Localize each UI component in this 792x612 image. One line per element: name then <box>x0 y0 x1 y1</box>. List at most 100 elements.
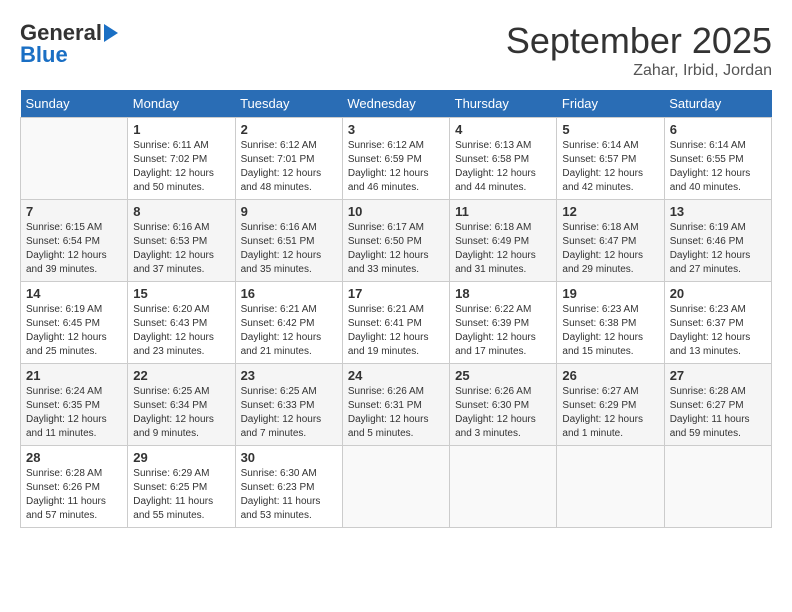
calendar-table: SundayMondayTuesdayWednesdayThursdayFrid… <box>20 90 772 528</box>
day-info: Sunrise: 6:15 AM Sunset: 6:54 PM Dayligh… <box>26 221 122 277</box>
calendar-cell: 10 Sunrise: 6:17 AM Sunset: 6:50 PM Dayli… <box>342 200 449 282</box>
calendar-week-3: 14Sunrise: 6:19 AM Sunset: 6:45 PM Dayli… <box>21 282 772 364</box>
day-info: Sunrise: 6:16 AM Sunset: 6:51 PM Dayligh… <box>241 221 337 277</box>
day-number: 12 <box>562 204 658 219</box>
day-number: 8 <box>133 204 229 219</box>
day-number: 7 <box>26 204 122 219</box>
calendar-cell: 29 Sunrise: 6:29 AM Sunset: 6:25 PM Dayli… <box>128 446 235 528</box>
calendar-cell: 19 Sunrise: 6:23 AM Sunset: 6:38 PM Dayli… <box>557 282 664 364</box>
calendar-cell: 16 Sunrise: 6:21 AM Sunset: 6:42 PM Dayli… <box>235 282 342 364</box>
day-info: Sunrise: 6:26 AM Sunset: 6:31 PM Dayligh… <box>348 385 444 441</box>
calendar-cell: 28 Sunrise: 6:28 AM Sunset: 6:26 PM Dayli… <box>21 446 128 528</box>
calendar-cell: 1 Sunrise: 6:11 AM Sunset: 7:02 PM Daylig… <box>128 118 235 200</box>
day-number: 1 <box>133 122 229 137</box>
day-info: Sunrise: 6:28 AM Sunset: 6:27 PM Dayligh… <box>670 385 766 441</box>
day-number: 16 <box>241 286 337 301</box>
calendar-cell: 20 Sunrise: 6:23 AM Sunset: 6:37 PM Dayli… <box>664 282 771 364</box>
day-number: 18 <box>455 286 551 301</box>
page-header: General Blue September 2025 Zahar, Irbid… <box>20 20 772 80</box>
location-subtitle: Zahar, Irbid, Jordan <box>506 62 772 80</box>
day-info: Sunrise: 6:12 AM Sunset: 6:59 PM Dayligh… <box>348 139 444 195</box>
logo-text-blue: Blue <box>20 42 68 68</box>
day-header-monday: Monday <box>128 90 235 118</box>
calendar-cell <box>557 446 664 528</box>
day-info: Sunrise: 6:19 AM Sunset: 6:46 PM Dayligh… <box>670 221 766 277</box>
day-info: Sunrise: 6:13 AM Sunset: 6:58 PM Dayligh… <box>455 139 551 195</box>
day-info: Sunrise: 6:27 AM Sunset: 6:29 PM Dayligh… <box>562 385 658 441</box>
day-number: 10 <box>348 204 444 219</box>
day-number: 9 <box>241 204 337 219</box>
day-header-sunday: Sunday <box>21 90 128 118</box>
calendar-cell: 15Sunrise: 6:20 AM Sunset: 6:43 PM Dayli… <box>128 282 235 364</box>
day-info: Sunrise: 6:18 AM Sunset: 6:47 PM Dayligh… <box>562 221 658 277</box>
calendar-cell: 25Sunrise: 6:26 AM Sunset: 6:30 PM Dayli… <box>450 364 557 446</box>
month-title: September 2025 <box>506 20 772 62</box>
calendar-cell: 23Sunrise: 6:25 AM Sunset: 6:33 PM Dayli… <box>235 364 342 446</box>
day-number: 21 <box>26 368 122 383</box>
day-number: 4 <box>455 122 551 137</box>
day-info: Sunrise: 6:28 AM Sunset: 6:26 PM Dayligh… <box>26 467 122 523</box>
day-info: Sunrise: 6:24 AM Sunset: 6:35 PM Dayligh… <box>26 385 122 441</box>
calendar-cell <box>664 446 771 528</box>
logo-arrow-icon <box>104 24 118 42</box>
day-number: 23 <box>241 368 337 383</box>
day-info: Sunrise: 6:20 AM Sunset: 6:43 PM Dayligh… <box>133 303 229 359</box>
day-header-saturday: Saturday <box>664 90 771 118</box>
calendar-cell: 9 Sunrise: 6:16 AM Sunset: 6:51 PM Daylig… <box>235 200 342 282</box>
day-info: Sunrise: 6:14 AM Sunset: 6:55 PM Dayligh… <box>670 139 766 195</box>
day-number: 11 <box>455 204 551 219</box>
calendar-header-row: SundayMondayTuesdayWednesdayThursdayFrid… <box>21 90 772 118</box>
calendar-cell: 2Sunrise: 6:12 AM Sunset: 7:01 PM Daylig… <box>235 118 342 200</box>
day-header-thursday: Thursday <box>450 90 557 118</box>
calendar-week-1: 1 Sunrise: 6:11 AM Sunset: 7:02 PM Daylig… <box>21 118 772 200</box>
calendar-cell: 22 Sunrise: 6:25 AM Sunset: 6:34 PM Dayli… <box>128 364 235 446</box>
day-info: Sunrise: 6:23 AM Sunset: 6:37 PM Dayligh… <box>670 303 766 359</box>
day-number: 19 <box>562 286 658 301</box>
day-number: 17 <box>348 286 444 301</box>
day-number: 24 <box>348 368 444 383</box>
day-info: Sunrise: 6:11 AM Sunset: 7:02 PM Dayligh… <box>133 139 229 195</box>
calendar-cell: 21 Sunrise: 6:24 AM Sunset: 6:35 PM Dayli… <box>21 364 128 446</box>
day-number: 5 <box>562 122 658 137</box>
calendar-cell: 3 Sunrise: 6:12 AM Sunset: 6:59 PM Daylig… <box>342 118 449 200</box>
day-info: Sunrise: 6:12 AM Sunset: 7:01 PM Dayligh… <box>241 139 337 195</box>
day-info: Sunrise: 6:25 AM Sunset: 6:34 PM Dayligh… <box>133 385 229 441</box>
logo: General Blue <box>20 20 118 68</box>
calendar-cell: 27 Sunrise: 6:28 AM Sunset: 6:27 PM Dayli… <box>664 364 771 446</box>
calendar-cell: 8Sunrise: 6:16 AM Sunset: 6:53 PM Daylig… <box>128 200 235 282</box>
day-number: 13 <box>670 204 766 219</box>
calendar-week-4: 21 Sunrise: 6:24 AM Sunset: 6:35 PM Dayli… <box>21 364 772 446</box>
calendar-body: 1 Sunrise: 6:11 AM Sunset: 7:02 PM Daylig… <box>21 118 772 528</box>
day-info: Sunrise: 6:23 AM Sunset: 6:38 PM Dayligh… <box>562 303 658 359</box>
calendar-cell: 4 Sunrise: 6:13 AM Sunset: 6:58 PM Daylig… <box>450 118 557 200</box>
calendar-cell <box>342 446 449 528</box>
calendar-week-2: 7 Sunrise: 6:15 AM Sunset: 6:54 PM Daylig… <box>21 200 772 282</box>
calendar-cell: 12 Sunrise: 6:18 AM Sunset: 6:47 PM Dayli… <box>557 200 664 282</box>
day-header-wednesday: Wednesday <box>342 90 449 118</box>
day-info: Sunrise: 6:17 AM Sunset: 6:50 PM Dayligh… <box>348 221 444 277</box>
day-number: 20 <box>670 286 766 301</box>
day-info: Sunrise: 6:22 AM Sunset: 6:39 PM Dayligh… <box>455 303 551 359</box>
day-info: Sunrise: 6:21 AM Sunset: 6:42 PM Dayligh… <box>241 303 337 359</box>
calendar-cell: 30Sunrise: 6:30 AM Sunset: 6:23 PM Dayli… <box>235 446 342 528</box>
calendar-cell: 17Sunrise: 6:21 AM Sunset: 6:41 PM Dayli… <box>342 282 449 364</box>
day-number: 30 <box>241 450 337 465</box>
calendar-cell <box>450 446 557 528</box>
calendar-cell: 13 Sunrise: 6:19 AM Sunset: 6:46 PM Dayli… <box>664 200 771 282</box>
day-info: Sunrise: 6:29 AM Sunset: 6:25 PM Dayligh… <box>133 467 229 523</box>
day-number: 26 <box>562 368 658 383</box>
calendar-cell: 26 Sunrise: 6:27 AM Sunset: 6:29 PM Dayli… <box>557 364 664 446</box>
calendar-cell: 6Sunrise: 6:14 AM Sunset: 6:55 PM Daylig… <box>664 118 771 200</box>
day-number: 22 <box>133 368 229 383</box>
calendar-cell: 24 Sunrise: 6:26 AM Sunset: 6:31 PM Dayli… <box>342 364 449 446</box>
day-header-tuesday: Tuesday <box>235 90 342 118</box>
day-info: Sunrise: 6:18 AM Sunset: 6:49 PM Dayligh… <box>455 221 551 277</box>
day-number: 3 <box>348 122 444 137</box>
day-number: 27 <box>670 368 766 383</box>
day-number: 29 <box>133 450 229 465</box>
day-header-friday: Friday <box>557 90 664 118</box>
day-info: Sunrise: 6:14 AM Sunset: 6:57 PM Dayligh… <box>562 139 658 195</box>
day-info: Sunrise: 6:26 AM Sunset: 6:30 PM Dayligh… <box>455 385 551 441</box>
day-number: 28 <box>26 450 122 465</box>
calendar-cell: 14Sunrise: 6:19 AM Sunset: 6:45 PM Dayli… <box>21 282 128 364</box>
